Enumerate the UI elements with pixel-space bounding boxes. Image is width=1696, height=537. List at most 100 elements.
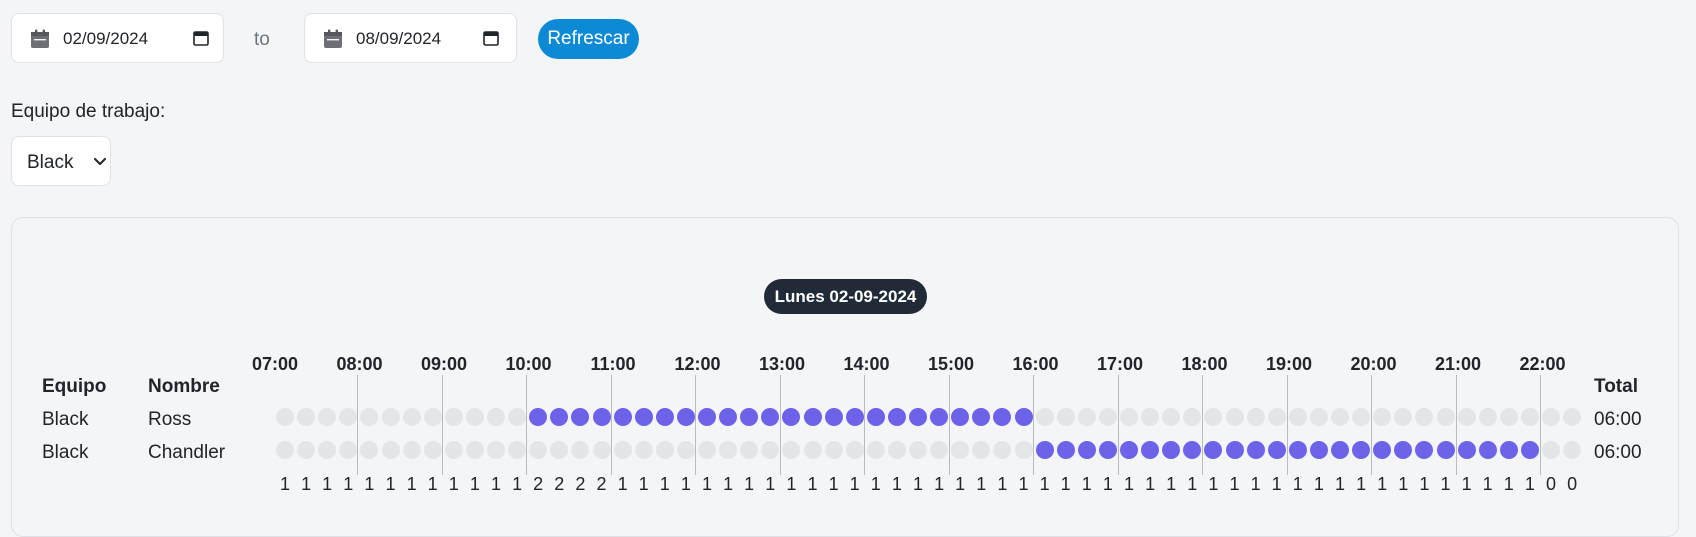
slot-dot[interactable] xyxy=(719,441,738,459)
slot-dot[interactable] xyxy=(508,441,527,459)
date-from-field[interactable]: 02/09/2024 xyxy=(11,13,224,63)
date-to-value: 08/09/2024 xyxy=(356,29,442,48)
slot-dot-active[interactable] xyxy=(613,408,632,426)
slot-dot-active[interactable] xyxy=(698,408,716,426)
slot-dot[interactable] xyxy=(1331,408,1349,426)
slot-dot[interactable] xyxy=(444,408,463,426)
refresh-button[interactable]: Refrescar xyxy=(538,19,639,59)
slot-dot[interactable] xyxy=(845,441,864,459)
slot-dot-active[interactable] xyxy=(866,408,885,426)
slot-dot-active[interactable] xyxy=(592,408,611,426)
slot-dot[interactable] xyxy=(1035,408,1054,426)
slot-dot-active[interactable] xyxy=(1225,441,1244,459)
slot-dot-active[interactable] xyxy=(887,408,906,426)
slot-dot[interactable] xyxy=(1098,408,1117,426)
slot-dot[interactable] xyxy=(1288,408,1307,426)
slot-dot-active[interactable] xyxy=(824,408,843,426)
slot-dot-active[interactable] xyxy=(1098,441,1117,459)
slot-dot[interactable] xyxy=(1141,408,1160,426)
slot-count: 1 xyxy=(934,474,945,494)
slot-dot[interactable] xyxy=(676,441,695,459)
slot-dot[interactable] xyxy=(803,441,822,459)
slot-dot-active[interactable] xyxy=(1499,441,1518,459)
slot-dot[interactable] xyxy=(444,441,463,459)
slot-dot-active[interactable] xyxy=(1035,441,1054,459)
slot-dot-active[interactable] xyxy=(1288,441,1307,459)
slot-dot-active[interactable] xyxy=(845,408,864,426)
slot-dot[interactable] xyxy=(297,441,316,459)
slot-dot[interactable] xyxy=(276,441,294,459)
slot-dot[interactable] xyxy=(887,441,906,459)
slot-dot[interactable] xyxy=(1563,441,1582,459)
slot-dot[interactable] xyxy=(402,408,421,426)
date-to-field[interactable]: 08/09/2024 xyxy=(304,13,517,63)
slot-dot[interactable] xyxy=(824,441,843,459)
slot-count: 1 xyxy=(448,474,459,494)
slot-dot[interactable] xyxy=(1520,408,1539,426)
slot-dot[interactable] xyxy=(1542,441,1560,459)
slot-dot[interactable] xyxy=(1056,408,1075,426)
slot-dot[interactable] xyxy=(276,408,294,426)
slot-dot[interactable] xyxy=(1436,408,1455,426)
slot-dot-active[interactable] xyxy=(1478,441,1497,459)
slot-dot[interactable] xyxy=(866,441,885,459)
slot-dot[interactable] xyxy=(423,408,442,426)
slot-dot[interactable] xyxy=(1352,408,1371,426)
slot-dot-active[interactable] xyxy=(719,408,738,426)
slot-dot[interactable] xyxy=(655,441,674,459)
slot-dot[interactable] xyxy=(297,408,316,426)
slot-dot[interactable] xyxy=(1478,408,1497,426)
slot-dot-active[interactable] xyxy=(930,408,949,426)
slot-dot-active[interactable] xyxy=(676,408,695,426)
slot-dot[interactable] xyxy=(613,441,632,459)
slot-dot-active[interactable] xyxy=(803,408,822,426)
slot-dot[interactable] xyxy=(1457,408,1476,426)
slot-dot-active[interactable] xyxy=(1309,441,1328,459)
calendar-picker-icon[interactable] xyxy=(483,30,499,46)
slot-dot[interactable] xyxy=(1563,408,1582,426)
slot-dot-active[interactable] xyxy=(1077,441,1096,459)
slot-dot-active[interactable] xyxy=(1352,441,1371,459)
slot-dot[interactable] xyxy=(909,441,927,459)
slot-dot[interactable] xyxy=(402,441,421,459)
slot-dot[interactable] xyxy=(423,441,442,459)
slot-dot[interactable] xyxy=(1014,441,1033,459)
slot-dot[interactable] xyxy=(508,408,527,426)
slot-dot[interactable] xyxy=(634,441,653,459)
slot-dot-active[interactable] xyxy=(1267,441,1286,459)
slot-dot-active[interactable] xyxy=(1520,441,1539,459)
slot-count: 1 xyxy=(1356,474,1367,494)
slot-dot-active[interactable] xyxy=(909,408,927,426)
slot-dot[interactable] xyxy=(381,408,400,426)
slot-dot-active[interactable] xyxy=(655,408,674,426)
slot-dot[interactable] xyxy=(1499,408,1518,426)
slot-dot[interactable] xyxy=(1267,408,1286,426)
hour-tick xyxy=(1033,375,1034,475)
team-select[interactable]: Black xyxy=(11,136,111,186)
slot-dot-active[interactable] xyxy=(1014,408,1033,426)
slot-dot[interactable] xyxy=(465,441,484,459)
calendar-picker-icon[interactable] xyxy=(193,30,209,46)
slot-dot[interactable] xyxy=(487,441,505,459)
slot-dot-active[interactable] xyxy=(1120,441,1138,459)
slot-dot[interactable] xyxy=(465,408,484,426)
slot-dot[interactable] xyxy=(592,441,611,459)
slot-dot-active[interactable] xyxy=(634,408,653,426)
slot-dot-active[interactable] xyxy=(1436,441,1455,459)
slot-dot[interactable] xyxy=(698,441,716,459)
slot-dot-active[interactable] xyxy=(1331,441,1349,459)
slot-dot[interactable] xyxy=(930,441,949,459)
slot-dot[interactable] xyxy=(1120,408,1138,426)
slot-dot[interactable] xyxy=(381,441,400,459)
slot-count: 1 xyxy=(680,474,691,494)
slot-dot-active[interactable] xyxy=(1246,441,1265,459)
slot-dot[interactable] xyxy=(1225,408,1244,426)
slot-dot[interactable] xyxy=(1309,408,1328,426)
slot-dot[interactable] xyxy=(1246,408,1265,426)
slot-dot[interactable] xyxy=(1542,408,1560,426)
slot-dot-active[interactable] xyxy=(1141,441,1160,459)
slot-dot-active[interactable] xyxy=(1056,441,1075,459)
slot-dot[interactable] xyxy=(487,408,505,426)
slot-dot-active[interactable] xyxy=(1457,441,1476,459)
slot-dot[interactable] xyxy=(1077,408,1096,426)
